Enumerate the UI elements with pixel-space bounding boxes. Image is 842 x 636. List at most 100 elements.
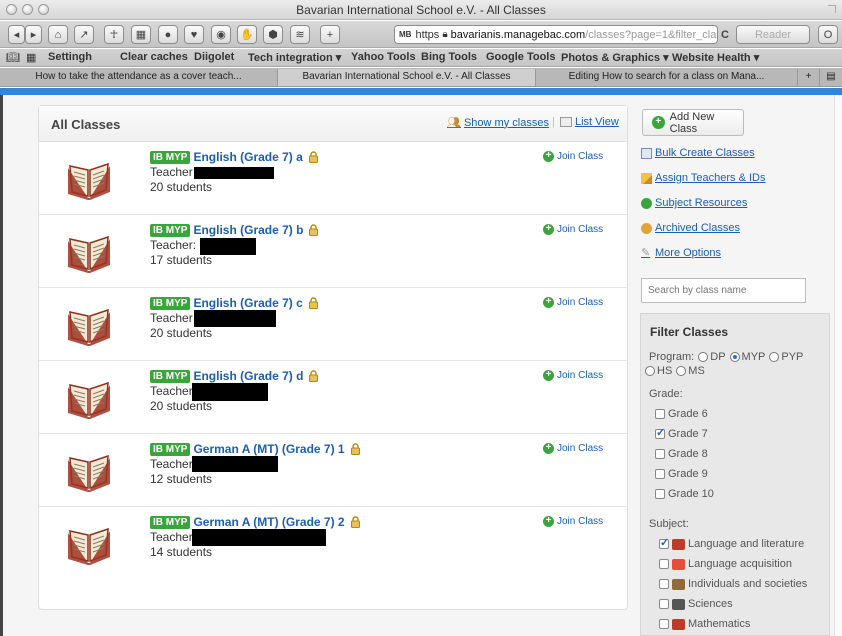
hand-icon[interactable]: ✋ (237, 25, 257, 44)
checkbox[interactable] (659, 559, 669, 569)
bookmark-item[interactable]: Website Health ▾ (672, 51, 759, 64)
class-name-link[interactable]: English (Grade 7) c (193, 296, 302, 310)
tree-icon (641, 197, 652, 209)
checkbox[interactable] (655, 449, 665, 459)
url-scheme: https (415, 28, 440, 41)
accessibility-icon[interactable]: ☥ (104, 25, 124, 44)
qr-code-icon[interactable]: ▦ (131, 25, 151, 44)
program-filter-row-2: HS MS (645, 365, 705, 377)
join-class-button[interactable]: + Join Class (543, 224, 603, 235)
student-count: 20 students (150, 180, 213, 194)
bookmark-item[interactable]: Tech integration ▾ (248, 51, 341, 64)
grade-8-checkbox[interactable]: Grade 8 (655, 448, 708, 460)
student-count: 20 students (150, 326, 213, 340)
class-row: IB MYP German A (MT) (Grade 7) 2 Teacher… (39, 507, 627, 580)
bookmark-item[interactable]: Clear caches (120, 51, 188, 63)
checkbox[interactable] (655, 469, 665, 479)
bookmark-item[interactable]: Bing Tools (421, 51, 477, 63)
program-radio-ms[interactable] (676, 366, 687, 376)
opera-icon[interactable]: O (818, 25, 838, 44)
browser-tab[interactable]: How to take the attendance as a cover te… (0, 69, 278, 86)
join-class-button[interactable]: + Join Class (543, 516, 603, 527)
grade-9-checkbox[interactable]: Grade 9 (655, 468, 708, 480)
subject-mathematics-checkbox[interactable]: Mathematics (659, 618, 750, 630)
subject-option-label: Language acquisition (688, 558, 792, 570)
join-class-button[interactable]: + Join Class (543, 297, 603, 308)
bookmark-item[interactable]: Photos & Graphics ▾ (561, 51, 669, 64)
checkbox-checked[interactable] (659, 536, 669, 549)
class-name-link[interactable]: English (Grade 7) a (193, 150, 302, 164)
panel-header: All Classes 👥︎ Show my classes | List Vi… (39, 106, 627, 142)
new-tab-plus-icon[interactable]: + (320, 25, 340, 44)
pocket-icon[interactable]: ♥ (184, 25, 204, 44)
reload-button[interactable]: C (716, 25, 734, 44)
join-class-button[interactable]: + Join Class (543, 370, 603, 381)
record-icon[interactable]: ◉ (211, 25, 231, 44)
checkbox[interactable] (655, 489, 665, 499)
address-bar[interactable]: MB https 🔒︎ bavarianis.managebac.com /cl… (394, 25, 718, 44)
subject-sciences-checkbox[interactable]: Sciences (659, 598, 733, 610)
show-my-classes-link[interactable]: 👥︎ Show my classes (447, 116, 549, 130)
home-icon[interactable]: ⌂ (48, 25, 68, 44)
add-new-class-button[interactable]: + Add New Class (642, 109, 744, 136)
more-options-link[interactable]: ✎ More Options (641, 247, 721, 259)
pin-icon[interactable]: ● (158, 25, 178, 44)
grade-option-label: Grade 8 (668, 448, 708, 460)
grade-7-checkbox[interactable]: Grade 7 (655, 426, 708, 440)
share-icon[interactable]: ↗ (74, 25, 94, 44)
grade-6-checkbox[interactable]: Grade 6 (655, 408, 708, 420)
subject-language-literature-checkbox[interactable]: Language and literature (659, 536, 804, 550)
show-my-classes-label: Show my classes (463, 116, 549, 129)
archived-classes-link[interactable]: Archived Classes (641, 222, 740, 234)
window-title: Bavarian International School e.V. - All… (296, 3, 546, 17)
bookmark-item[interactable]: Diigolet (194, 51, 234, 63)
tab-overview-icon[interactable]: ▤ (820, 69, 842, 86)
class-name-link[interactable]: English (Grade 7) b (193, 223, 303, 237)
checkbox[interactable] (659, 619, 669, 629)
bookmark-item[interactable]: Google Tools (486, 51, 555, 63)
browser-tab[interactable]: Editing How to search for a class on Man… (536, 69, 798, 86)
join-class-button[interactable]: + Join Class (543, 443, 603, 454)
checkbox-checked[interactable] (655, 426, 665, 439)
back-button[interactable]: ◂ (8, 25, 25, 44)
adblock-icon[interactable]: ⬢ (263, 25, 283, 44)
subject-individuals-societies-checkbox[interactable]: Individuals and societies (659, 578, 807, 590)
program-radio-hs[interactable] (645, 366, 655, 376)
class-name-link[interactable]: German A (MT) (Grade 7) 1 (193, 442, 344, 456)
program-radio-myp[interactable] (729, 352, 740, 362)
program-badge: IB MYP (150, 296, 191, 310)
join-class-button[interactable]: + Join Class (543, 151, 603, 162)
new-tab-button[interactable]: + (798, 69, 820, 86)
teacher-label: Teacher: (150, 238, 197, 252)
teacher-label: Teacher (150, 384, 193, 398)
forward-button[interactable]: ▸ (25, 25, 42, 44)
grade-10-checkbox[interactable]: Grade 10 (655, 488, 714, 500)
subject-language-acquisition-checkbox[interactable]: Language acquisition (659, 558, 792, 570)
teacher-label: Teacher (150, 311, 193, 325)
list-view-link[interactable]: List View (560, 116, 619, 128)
class-search-input[interactable] (641, 278, 806, 303)
program-radio-dp[interactable] (698, 352, 709, 362)
class-name-link[interactable]: German A (MT) (Grade 7) 2 (193, 515, 344, 529)
header-separator: | (552, 116, 555, 128)
reader-button[interactable]: Reader (736, 25, 810, 44)
bulk-create-classes-link[interactable]: Bulk Create Classes (641, 147, 755, 159)
browser-tab-active[interactable]: Bavarian International School e.V. - All… (278, 69, 536, 86)
fullscreen-icon[interactable] (828, 5, 836, 13)
side-link-label: Assign Teachers & IDs (655, 172, 766, 184)
bookmark-item[interactable]: Yahoo Tools (351, 51, 416, 63)
reading-list-icon[interactable]: 📖︎ (6, 51, 20, 64)
checkbox[interactable] (655, 409, 665, 419)
student-count: 20 students (150, 399, 213, 413)
assign-teachers-link[interactable]: Assign Teachers & IDs (641, 172, 765, 184)
checkbox[interactable] (659, 599, 669, 609)
checkbox[interactable] (659, 579, 669, 589)
program-radio-pyp[interactable] (769, 352, 780, 362)
page-scrollbar[interactable] (834, 95, 842, 636)
layers-icon[interactable]: ≋ (290, 25, 310, 44)
bookmark-item[interactable]: Settingh (48, 51, 92, 63)
subject-resources-link[interactable]: Subject Resources (641, 197, 747, 209)
class-name-link[interactable]: English (Grade 7) d (193, 369, 303, 383)
top-sites-icon[interactable]: ▦ (26, 51, 36, 64)
padlock-icon (350, 516, 360, 528)
